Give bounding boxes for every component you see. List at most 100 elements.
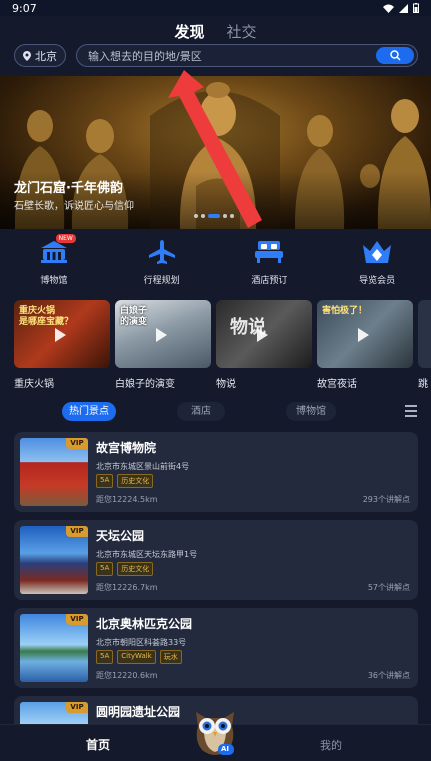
category-tabs: 热门景点 酒店 博物馆 bbox=[0, 402, 431, 422]
tag: 5A bbox=[96, 562, 114, 576]
airplane-icon bbox=[147, 238, 177, 266]
feature-guide-membership[interactable]: 导览会员 bbox=[323, 229, 431, 293]
video-thumbnail: 白娘子 的演变 bbox=[115, 300, 211, 368]
video-overlay-text: 白娘子 的演变 bbox=[120, 306, 148, 327]
tab-hot-attractions[interactable]: 热门景点 bbox=[62, 402, 116, 421]
video-title: 重庆火锅 bbox=[14, 379, 54, 390]
city-label: 北京 bbox=[35, 49, 57, 63]
attraction-card[interactable]: VIP 故宫博物院 北京市东城区景山前街4号 5A 历史文化 距您12224.5… bbox=[14, 432, 418, 512]
pagination-dot[interactable] bbox=[201, 214, 205, 218]
video-item[interactable]: 白娘子 的演变 白娘子的演变 bbox=[115, 300, 211, 392]
vip-badge: VIP bbox=[66, 702, 88, 713]
attraction-point-count: 57个讲解点 bbox=[367, 583, 410, 592]
video-overlay-text: 害怕极了！ bbox=[322, 306, 368, 316]
video-strip: 重庆火锅 是哪座宝藏？ 重庆火锅 白娘子 的演变 白娘子的演变 物说 物说 害怕… bbox=[14, 300, 431, 392]
vip-badge: VIP bbox=[66, 614, 88, 625]
tab-hotels[interactable]: 酒店 bbox=[177, 402, 225, 421]
attraction-distance: 距您12224.5km bbox=[96, 495, 158, 504]
tab-social[interactable]: 社交 bbox=[227, 21, 257, 42]
video-item[interactable]: 害怕极了！ 故宫夜话 bbox=[317, 300, 413, 392]
video-title: 故宫夜话 bbox=[317, 379, 357, 390]
nav-mine[interactable]: 我的 bbox=[320, 737, 342, 753]
banner-subtitle: 石壁长歌，诉说匠心与信仰 bbox=[14, 201, 134, 212]
tag: 5A bbox=[96, 650, 114, 664]
search-input[interactable]: 输入想去的目的地/景区 bbox=[76, 44, 418, 67]
feature-trip-planning[interactable]: 行程规划 bbox=[108, 229, 216, 293]
attraction-point-count: 36个讲解点 bbox=[367, 671, 410, 680]
ai-badge: AI bbox=[221, 745, 230, 753]
status-icons bbox=[383, 3, 419, 13]
hero-banner[interactable]: 龙门石窟·千年佛韵 石壁长歌，诉说匠心与信仰 bbox=[0, 76, 431, 229]
video-title: 跳 bbox=[418, 379, 428, 390]
video-overlay-text: 重庆火锅 是哪座宝藏？ bbox=[19, 306, 74, 327]
attraction-distance: 距您12226.7km bbox=[96, 583, 158, 592]
feature-label: 行程规划 bbox=[143, 276, 180, 286]
tag: CityWalk bbox=[117, 650, 156, 664]
search-placeholder: 输入想去的目的地/景区 bbox=[88, 49, 202, 63]
feature-museum[interactable]: NEW 博物馆 bbox=[0, 229, 108, 293]
search-button[interactable] bbox=[376, 47, 414, 64]
attraction-distance: 距您12220.6km bbox=[96, 671, 158, 680]
city-selector[interactable]: 北京 bbox=[14, 44, 66, 67]
tab-museums[interactable]: 博物馆 bbox=[286, 402, 336, 421]
tab-discover[interactable]: 发现 bbox=[174, 21, 204, 42]
attraction-name: 北京奥林匹克公园 bbox=[96, 617, 193, 631]
banner-pagination bbox=[194, 214, 234, 218]
attraction-tags: 5A 历史文化 bbox=[96, 562, 154, 576]
video-thumbnail bbox=[418, 300, 431, 368]
tag: 历史文化 bbox=[117, 474, 154, 488]
crown-icon bbox=[362, 238, 392, 266]
status-bar: 9:07 bbox=[0, 0, 431, 16]
video-item[interactable]: 物说 物说 bbox=[216, 300, 312, 392]
feature-label: 酒店预订 bbox=[251, 276, 288, 286]
museum-icon: NEW bbox=[39, 234, 76, 266]
pagination-dot[interactable] bbox=[223, 214, 227, 218]
vip-badge: VIP bbox=[66, 438, 88, 449]
attraction-name: 故宫博物院 bbox=[96, 441, 157, 455]
feature-label: 博物馆 bbox=[40, 276, 68, 286]
video-title: 物说 bbox=[216, 379, 236, 390]
video-item[interactable]: 重庆火锅 是哪座宝藏？ 重庆火锅 bbox=[14, 300, 110, 392]
play-icon bbox=[55, 328, 66, 342]
menu-icon[interactable] bbox=[405, 405, 417, 420]
attraction-tags: 5A CityWalk 玩水 bbox=[96, 650, 182, 664]
feature-shortcuts: NEW 博物馆 行程规划 酒店预订 导览会员 bbox=[0, 229, 431, 293]
battery-icon bbox=[413, 3, 419, 13]
owl-mascot-icon bbox=[196, 712, 234, 755]
attraction-name: 圆明园遗址公园 bbox=[96, 705, 181, 719]
wifi-icon bbox=[383, 4, 394, 13]
feature-label: 导览会员 bbox=[359, 276, 396, 286]
pagination-dot[interactable] bbox=[194, 214, 198, 218]
tag: 5A bbox=[96, 474, 114, 488]
video-thumbnail: 物说 bbox=[216, 300, 312, 368]
nav-home[interactable]: 首页 bbox=[86, 736, 110, 753]
attraction-address: 北京市东城区景山前街4号 bbox=[96, 462, 190, 471]
attraction-image: VIP bbox=[20, 614, 88, 682]
signal-icon bbox=[399, 3, 408, 13]
feature-hotel-booking[interactable]: 酒店预订 bbox=[216, 229, 324, 293]
attraction-card[interactable]: VIP 北京奥林匹克公园 北京市朝阳区科荟路33号 5A CityWalk 玩水… bbox=[14, 608, 418, 688]
play-icon bbox=[156, 328, 167, 342]
video-title: 白娘子的演变 bbox=[115, 379, 175, 390]
vip-badge: VIP bbox=[66, 526, 88, 537]
pagination-dot[interactable] bbox=[230, 214, 234, 218]
play-icon bbox=[257, 328, 268, 342]
attraction-card[interactable]: VIP 天坛公园 北京市东城区天坛东路甲1号 5A 历史文化 距您12226.7… bbox=[14, 520, 418, 600]
video-thumbnail: 害怕极了！ bbox=[317, 300, 413, 368]
attraction-image: VIP bbox=[20, 702, 88, 724]
attraction-image: VIP bbox=[20, 438, 88, 506]
tag: 历史文化 bbox=[117, 562, 154, 576]
play-icon bbox=[358, 328, 369, 342]
pagination-dot-active[interactable] bbox=[208, 214, 220, 218]
attraction-address: 北京市东城区天坛东路甲1号 bbox=[96, 550, 198, 559]
hotel-bed-icon bbox=[254, 238, 284, 266]
new-badge: NEW bbox=[55, 234, 76, 243]
ai-assistant-button[interactable]: AI bbox=[192, 706, 238, 758]
tag: 玩水 bbox=[159, 650, 182, 664]
attraction-image: VIP bbox=[20, 526, 88, 594]
attraction-name: 天坛公园 bbox=[96, 529, 145, 543]
video-item[interactable]: 跳 bbox=[418, 300, 431, 392]
top-bar: 发现 社交 北京 输入想去的目的地/景区 bbox=[0, 16, 431, 76]
location-pin-icon bbox=[23, 50, 31, 61]
status-time: 9:07 bbox=[12, 1, 37, 15]
